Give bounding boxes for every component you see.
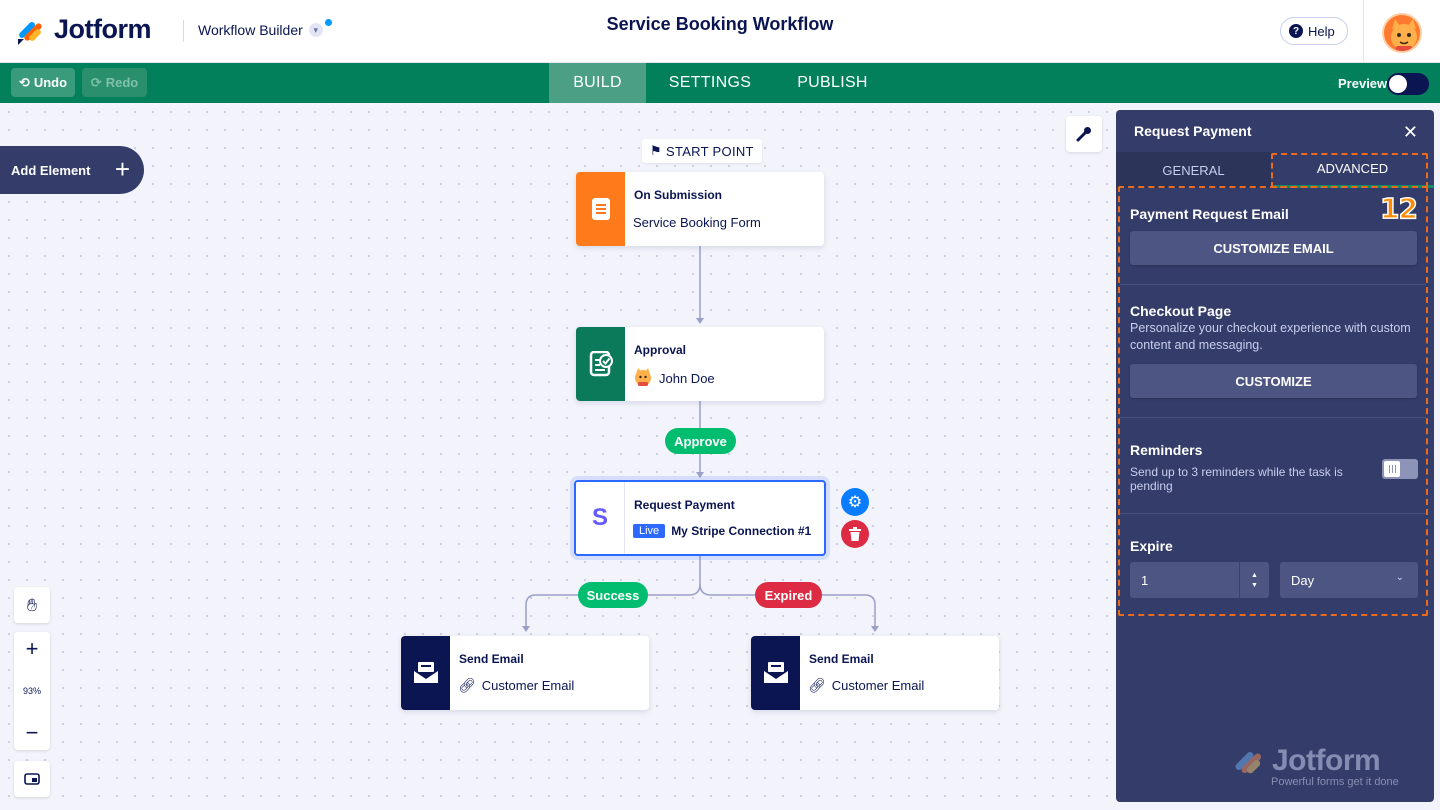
recipient-label: Customer Email (481, 678, 575, 693)
zoom-out-button[interactable]: − (26, 722, 39, 744)
email-recipient: 🔗︎ Customer Email (808, 677, 924, 694)
expire-unit: Day (1291, 572, 1315, 588)
assignee-avatar (633, 367, 653, 390)
link-icon: 🔗︎ (458, 677, 476, 693)
customize-email-button[interactable]: CUSTOMIZE EMAIL (1130, 231, 1417, 265)
node-on-submission[interactable]: On Submission Service Booking Form (576, 172, 824, 246)
gear-icon: ⚙ (847, 494, 863, 511)
node-title: Approval (634, 343, 687, 357)
section-divider (1120, 417, 1426, 418)
add-element-label: Add Element (11, 162, 91, 178)
annotation-number: 12 (1379, 191, 1418, 226)
watermark-brand: Jotform (1272, 744, 1381, 777)
payment-connection: Live My Stripe Connection #1 (633, 524, 811, 538)
minimap-icon (24, 773, 40, 785)
zoom-controls: + 93% − (14, 632, 50, 750)
branch-label-success: Success (578, 582, 648, 608)
assignee: John Doe (633, 367, 715, 390)
tab-advanced[interactable]: ADVANCED (1271, 152, 1434, 188)
chevron-up-icon[interactable]: ▲ (1251, 572, 1258, 579)
node-send-email-success[interactable]: Send Email 🔗︎ Customer Email (401, 636, 649, 710)
plus-icon: + (114, 154, 130, 184)
toggle-knob (1384, 461, 1400, 477)
flag-icon: ⚑ (650, 143, 662, 158)
checkout-title: Checkout Page (1130, 303, 1232, 319)
wand-icon (1076, 127, 1091, 142)
form-icon (576, 172, 625, 246)
node-subtitle: Service Booking Form (633, 215, 761, 230)
reminders-toggle[interactable] (1382, 459, 1418, 479)
approval-icon (576, 327, 625, 401)
customize-checkout-button[interactable]: CUSTOMIZE (1130, 364, 1417, 398)
jotform-watermark: Jotform (1232, 744, 1381, 778)
zoom-level: 93% (22, 686, 41, 696)
branch-label-approve: Approve (665, 428, 736, 454)
reminders-description: Send up to 3 reminders while the task is… (1130, 465, 1343, 493)
connection-name: My Stripe Connection #1 (671, 524, 812, 538)
node-delete-button[interactable] (841, 520, 869, 548)
node-title: Request Payment (634, 498, 735, 512)
chevron-down-icon: ⌄ (1395, 572, 1404, 583)
start-point-label: ⚑ START POINT (642, 139, 762, 163)
expire-value-input[interactable]: 1 ▲ ▼ (1130, 562, 1269, 598)
section-divider (1120, 513, 1426, 514)
email-icon (751, 636, 800, 710)
minimap-button[interactable] (14, 761, 50, 797)
reminders-title: Reminders (1130, 442, 1203, 458)
expire-title: Expire (1130, 538, 1173, 554)
payment-email-title: Payment Request Email (1130, 206, 1289, 222)
add-element-button[interactable]: Add Element + (0, 146, 144, 194)
magic-wand-button[interactable] (1066, 116, 1102, 152)
recipient-label: Customer Email (831, 678, 925, 693)
branch-label-expired: Expired (755, 582, 822, 608)
watermark-tagline: Powerful forms get it done (1271, 776, 1399, 788)
assignee-name: John Doe (659, 371, 715, 386)
email-icon (401, 636, 450, 710)
node-title: On Submission (634, 188, 723, 202)
node-settings-button[interactable]: ⚙ (841, 488, 869, 516)
chevron-down-icon[interactable]: ▼ (1251, 582, 1258, 589)
stripe-icon: S (576, 482, 625, 554)
live-badge: Live (633, 524, 666, 538)
pan-tool-button[interactable]: ✋︎ (14, 587, 50, 623)
section-divider (1120, 284, 1426, 285)
expire-unit-select[interactable]: Day ⌄ (1280, 562, 1418, 598)
link-icon: 🔗︎ (808, 677, 826, 693)
node-request-payment[interactable]: S Request Payment Live My Stripe Connect… (574, 480, 826, 556)
node-title: Send Email (809, 652, 874, 666)
expire-stepper[interactable]: ▲ ▼ (1239, 562, 1269, 598)
node-approval[interactable]: Approval John Doe (576, 327, 824, 401)
jotform-watermark-icon (1235, 751, 1262, 774)
expire-value: 1 (1141, 572, 1149, 588)
node-title: Send Email (459, 652, 524, 666)
email-recipient: 🔗︎ Customer Email (458, 677, 574, 694)
checkout-description: Personalize your checkout experience wit… (1130, 321, 1411, 352)
node-send-email-expired[interactable]: Send Email 🔗︎ Customer Email (751, 636, 999, 710)
start-point-text: START POINT (665, 143, 754, 159)
hand-icon: ✋︎ (26, 594, 38, 615)
panel-title: Request Payment (1134, 123, 1252, 139)
trash-icon (849, 527, 861, 541)
tab-general[interactable]: GENERAL (1116, 152, 1271, 188)
zoom-in-button[interactable]: + (26, 638, 39, 660)
close-icon[interactable]: ✕ (1403, 122, 1418, 143)
